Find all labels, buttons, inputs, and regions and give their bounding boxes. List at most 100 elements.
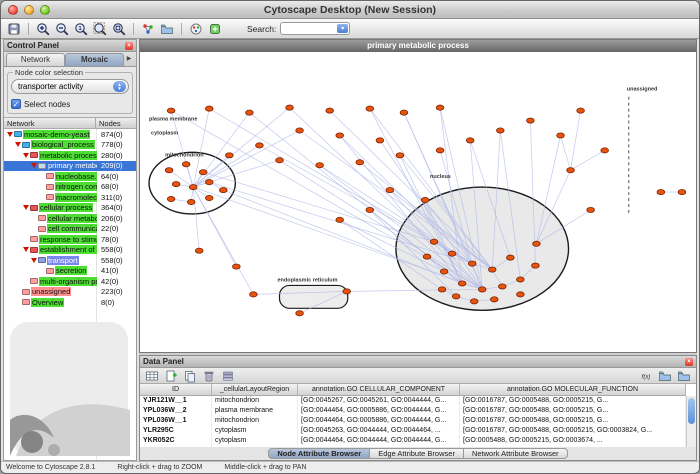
tree-row-mosaic-demo-yeast[interactable]: mosaic-demo-yeast874(0) [4, 129, 136, 140]
network-window-title[interactable]: primary metabolic process [140, 40, 696, 52]
expander-icon[interactable] [23, 153, 29, 158]
network-node[interactable] [448, 251, 456, 256]
tree-row-biological-process[interactable]: biological_process778(0) [4, 140, 136, 151]
network-node[interactable] [205, 180, 213, 185]
tree-row-metabolic-process[interactable]: metabolic process280(0) [4, 150, 136, 161]
tree-row-cellular-process[interactable]: cellular process364(0) [4, 203, 136, 214]
scrollbar-thumb[interactable] [688, 398, 695, 424]
search-dropdown-arrow[interactable]: ▾ [337, 24, 348, 33]
column-header[interactable]: annotation.GO CELLULAR_COMPONENT [298, 384, 460, 395]
network-node[interactable] [468, 261, 476, 266]
open-attributes-icon[interactable] [676, 368, 692, 383]
select-nodes-checkbox[interactable]: ✓ [11, 99, 21, 109]
table-row[interactable]: YLR295Ccytoplasm[GO:0045263, GO:0044444,… [140, 426, 686, 436]
table-scrollbar[interactable] [686, 396, 696, 447]
network-node[interactable] [430, 239, 438, 244]
table-row[interactable]: YPL036W__2plasma membrane[GO:0044464, GO… [140, 406, 686, 416]
network-node[interactable] [343, 289, 351, 294]
network-node[interactable] [296, 311, 304, 316]
tab-network[interactable]: Network [6, 53, 65, 66]
expander-icon[interactable] [23, 205, 29, 210]
network-node[interactable] [316, 163, 324, 168]
network-node[interactable] [276, 158, 284, 163]
tree-row-multi-organism-pro[interactable]: multi-organism pro...42(0) [4, 276, 136, 287]
column-header[interactable]: ID [140, 384, 212, 395]
network-node[interactable] [250, 292, 258, 297]
network-node[interactable] [421, 197, 429, 202]
network-node[interactable] [678, 189, 686, 194]
network-node[interactable] [532, 263, 540, 268]
network-node[interactable] [527, 118, 535, 123]
tab-node-attribute-browser[interactable]: Node Attribute Browser [268, 448, 370, 459]
select-attributes-icon[interactable] [144, 368, 160, 383]
node-color-dropdown[interactable]: transporter activity ▲▼ [11, 79, 129, 94]
window-titlebar[interactable]: Cytoscape Desktop (New Session) [1, 1, 699, 19]
network-node[interactable] [577, 108, 585, 113]
data-panel-close-button[interactable]: × [685, 358, 693, 366]
network-node[interactable] [440, 269, 448, 274]
network-node[interactable] [167, 196, 175, 201]
zoom-fit-icon[interactable] [92, 21, 108, 36]
table-row[interactable]: YDR039C__1mitochondrion[GO:0044464, GO:0… [140, 446, 686, 447]
network-node[interactable] [205, 195, 213, 200]
tree-row-macromolecule[interactable]: macromolecule...311(0) [4, 192, 136, 203]
tab-edge-attribute-browser[interactable]: Edge Attribute Browser [370, 448, 464, 459]
network-node[interactable] [478, 287, 486, 292]
network-node[interactable] [336, 133, 344, 138]
network-node[interactable] [366, 207, 374, 212]
create-attribute-icon[interactable] [163, 368, 179, 383]
expander-icon[interactable] [31, 163, 37, 168]
network-node[interactable] [386, 187, 394, 192]
network-node[interactable] [452, 294, 460, 299]
expander-icon[interactable] [15, 142, 21, 147]
network-node[interactable] [233, 264, 241, 269]
maximize-window-button[interactable] [40, 5, 50, 15]
network-node[interactable] [326, 108, 334, 113]
network-node[interactable] [182, 162, 190, 167]
column-header-nodes[interactable]: Nodes [96, 118, 136, 128]
network-node[interactable] [400, 110, 408, 115]
formula-builder-icon[interactable]: f(x) [638, 368, 654, 383]
network-node[interactable] [199, 170, 207, 175]
zoom-selected-icon[interactable] [111, 21, 127, 36]
network-node[interactable] [172, 182, 180, 187]
tree-row-cell-communica[interactable]: cell communica...22(0) [4, 224, 136, 235]
zoom-in-icon[interactable] [35, 21, 51, 36]
network-node[interactable] [436, 105, 444, 110]
delete-attribute-icon[interactable] [201, 368, 217, 383]
network-node[interactable] [470, 299, 478, 304]
tree-row-cellular-metabo[interactable]: cellular metabo...206(0) [4, 213, 136, 224]
tree-row-nucleobase[interactable]: nucleobase...64(0) [4, 171, 136, 182]
network-node[interactable] [246, 110, 254, 115]
tree-row-overview[interactable]: Overview8(0) [4, 297, 136, 308]
attribute-stack-icon[interactable] [220, 368, 236, 383]
minimize-window-button[interactable] [24, 5, 34, 15]
network-node[interactable] [507, 255, 515, 260]
create-network-icon[interactable] [140, 21, 156, 36]
import-network-icon[interactable] [159, 21, 175, 36]
tree-row-transport[interactable]: transport558(0) [4, 255, 136, 266]
network-node[interactable] [657, 189, 665, 194]
network-node[interactable] [436, 148, 444, 153]
network-node[interactable] [438, 287, 446, 292]
network-node[interactable] [226, 153, 234, 158]
tab-mosaic[interactable]: Mosaic [65, 53, 124, 66]
network-node[interactable] [567, 168, 575, 173]
network-node[interactable] [219, 187, 227, 192]
network-node[interactable] [205, 106, 213, 111]
network-node[interactable] [336, 217, 344, 222]
network-node[interactable] [396, 153, 404, 158]
tree-row-unassigned[interactable]: unassigned223(0) [4, 287, 136, 298]
search-input[interactable]: ▾ [280, 22, 350, 35]
network-node[interactable] [517, 292, 525, 297]
network-node[interactable] [356, 160, 364, 165]
network-node[interactable] [423, 254, 431, 259]
network-node[interactable] [296, 128, 304, 133]
network-node[interactable] [189, 185, 197, 190]
network-node[interactable] [490, 297, 498, 302]
network-node[interactable] [458, 281, 466, 286]
control-panel-close-button[interactable]: × [125, 42, 133, 50]
network-node[interactable] [167, 108, 175, 113]
tree-row-nitrogen-compo[interactable]: nitrogen compo...68(0) [4, 182, 136, 193]
column-header-network[interactable]: Network [4, 118, 96, 128]
